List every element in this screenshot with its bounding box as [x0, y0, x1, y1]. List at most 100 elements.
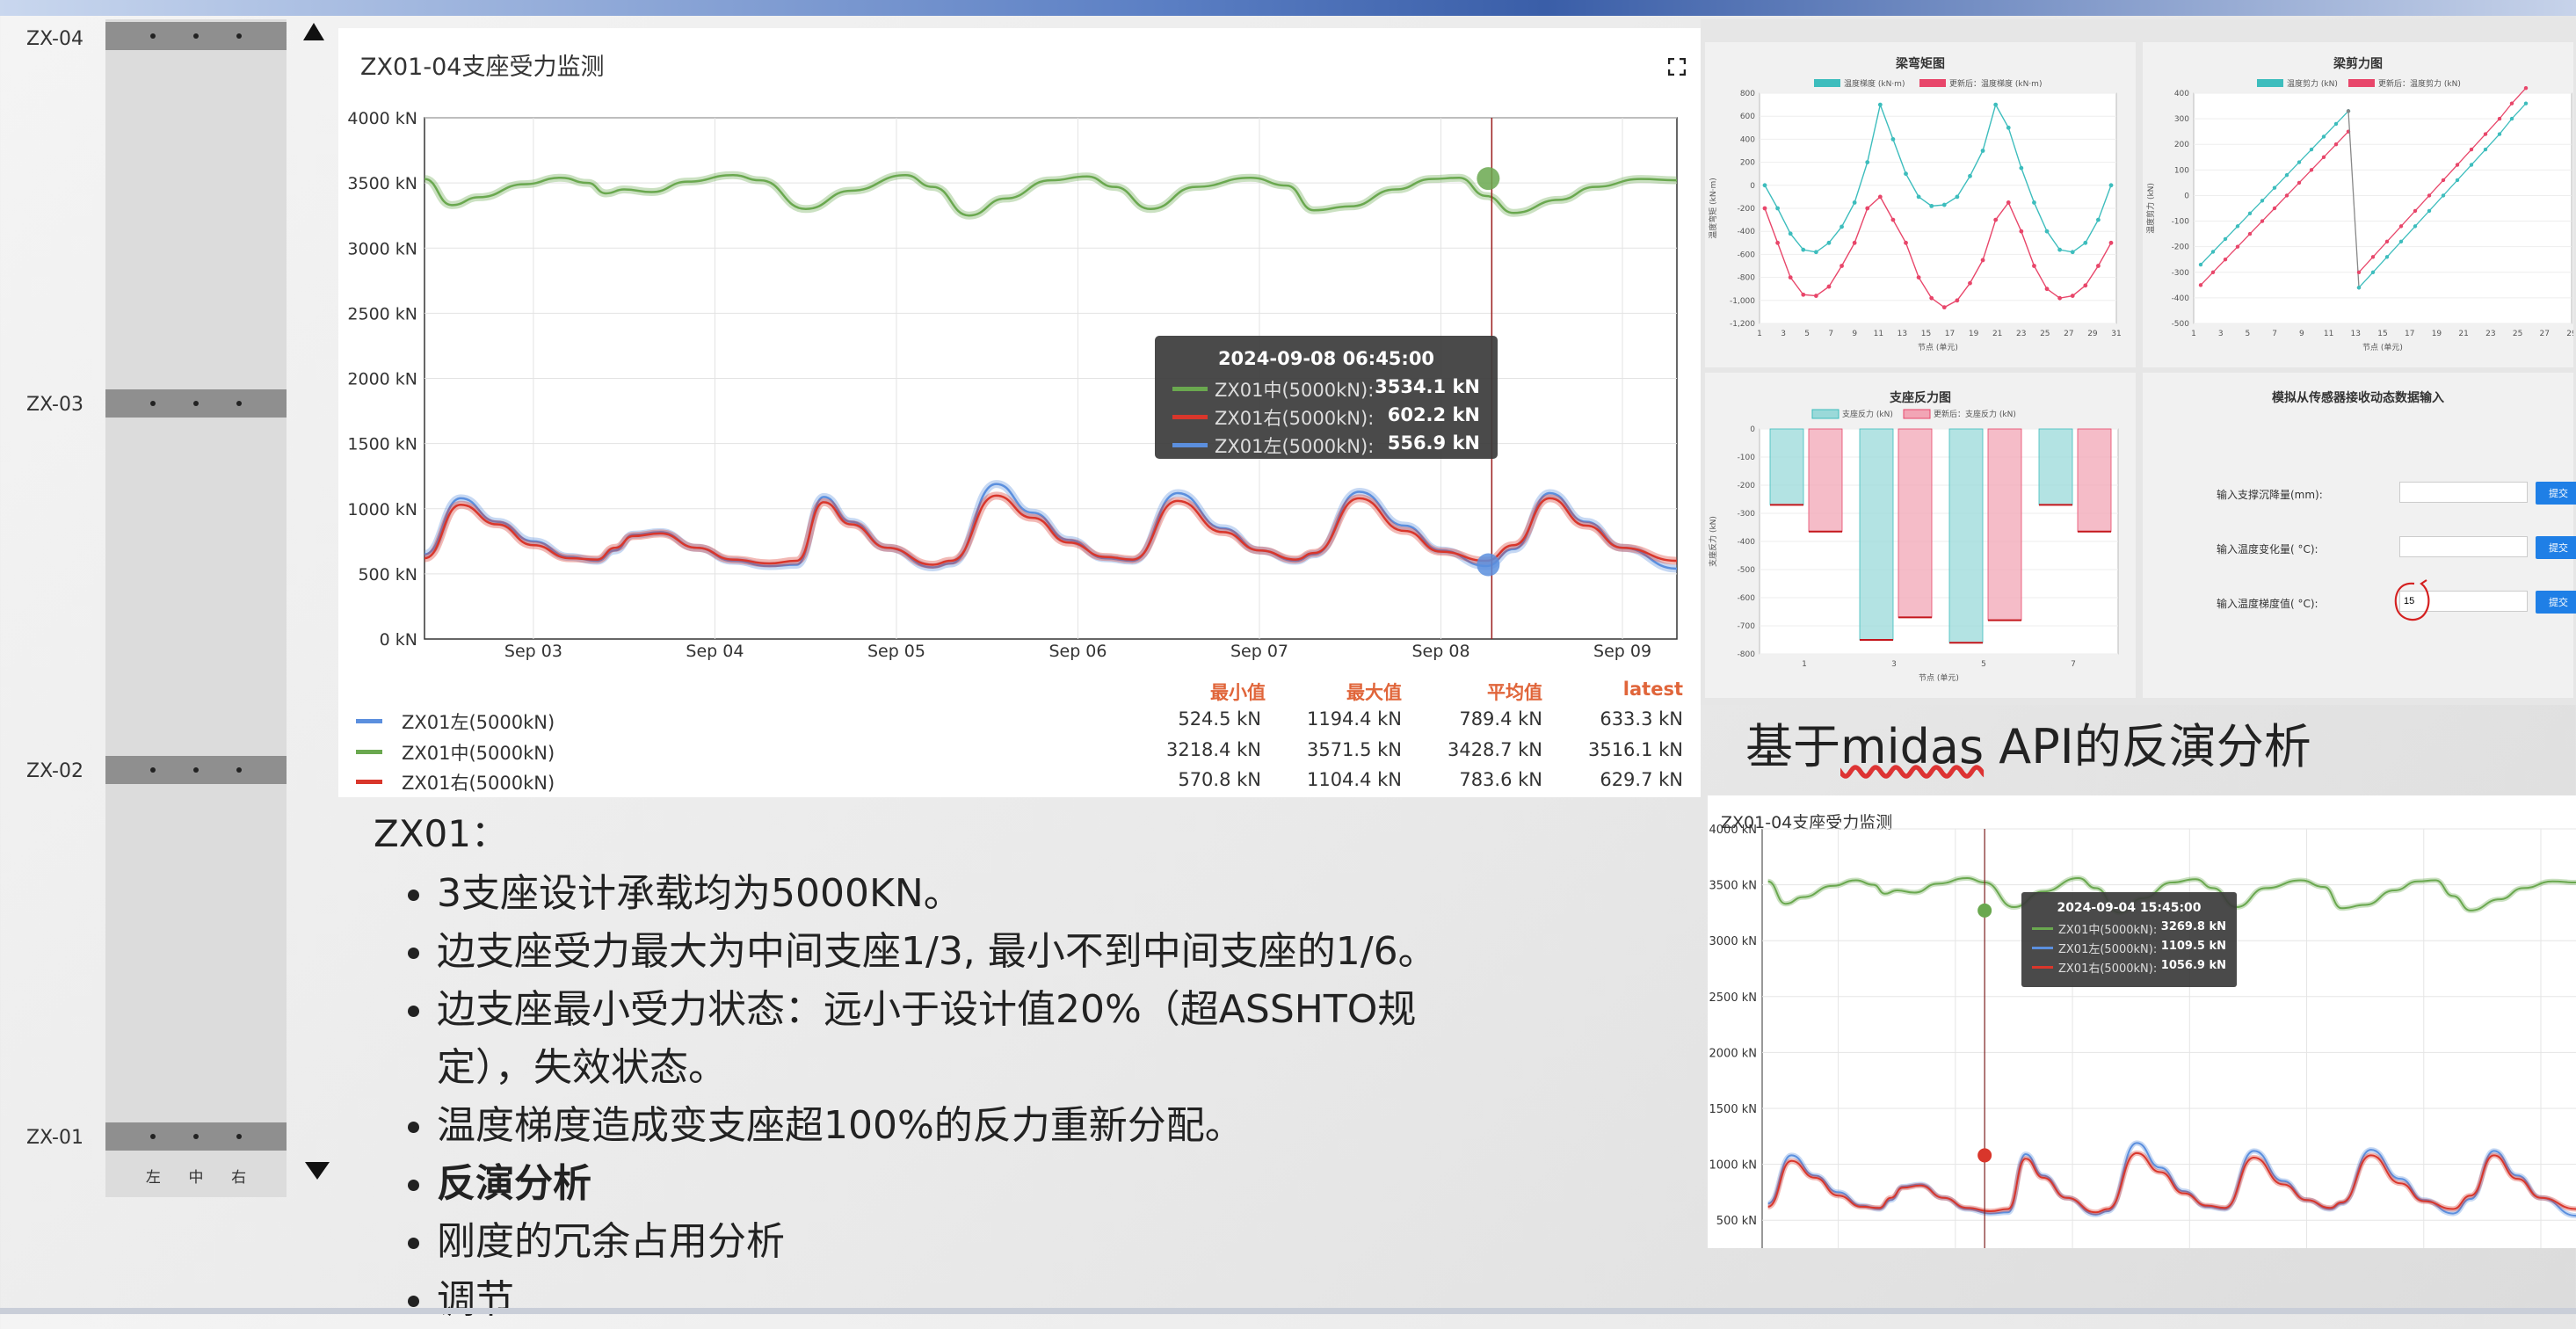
moment-point — [1929, 295, 1934, 301]
floor-bar-zx04[interactable] — [105, 22, 287, 50]
bullet-item: 温度梯度造成变支座超100%的反力重新分配。 — [437, 1097, 1692, 1155]
x-tick-label: 23 — [2016, 330, 2026, 338]
shear-line-chart[interactable]: 温度剪力 (kN) 更新后：温度剪力 (kN) 400 300 200 100 0 -100 -… — [2143, 42, 2573, 367]
legend-avg: 3428.7 kN — [1447, 739, 1542, 760]
y-tick-label: 2500 kN — [347, 304, 417, 323]
y-tick-label: 2500 kN — [1709, 991, 1757, 1005]
settlement-label: 输入支撑沉降量(mm): — [2217, 489, 2323, 501]
settlement-submit-button[interactable]: 提交 — [2536, 482, 2576, 505]
shear-point — [2210, 250, 2216, 254]
y-tick-label: -100 — [2172, 218, 2190, 227]
shear-point — [2297, 180, 2302, 185]
y-tick-label: 3500 kN — [347, 174, 417, 193]
y-tick-label: -700 — [1738, 622, 1756, 631]
settlement-input[interactable] — [2399, 482, 2528, 503]
position-middle: 中 — [188, 1169, 204, 1187]
x-tick-label: Sep 05 — [867, 642, 925, 661]
moment-point — [1852, 240, 1857, 245]
reaction-bar-chart[interactable]: 支座反力 (kN) 更新后：支座反力 (kN) 0 -100 -200 -300 -400 -… — [1705, 373, 2136, 698]
legend-swatch — [2257, 79, 2283, 87]
sensor-dot — [236, 33, 242, 39]
y-tick-label: 300 — [2174, 115, 2189, 124]
x-tick-label: 19 — [2432, 330, 2442, 338]
x-tick-label: Sep 03 — [504, 642, 562, 661]
floor-bar-zx02[interactable] — [105, 756, 287, 784]
legend-swatch — [1919, 79, 1946, 87]
shear-point — [2260, 219, 2265, 223]
hover-marker-middle — [1477, 167, 1500, 191]
triangle-down-icon[interactable] — [304, 1160, 330, 1181]
hover-marker-left — [1477, 553, 1500, 577]
legend-swatch — [2348, 79, 2375, 87]
x-tick-label: 1 — [1757, 330, 1762, 338]
moment-line-chart[interactable]: 温度梯度 (kN·m) 更新后：温度梯度 (kN·m) 800 600 400 200 0 -… — [1705, 42, 2136, 367]
moment-point — [1826, 284, 1832, 289]
legend-min: 524.5 kN — [1178, 708, 1261, 730]
y-tick-label: 600 — [1740, 113, 1755, 121]
x-tick-label: Sep 08 — [1412, 642, 1470, 661]
api-caption: 基于midas API的反演分析 — [1745, 708, 2311, 777]
floor-bar-zx01[interactable] — [105, 1122, 287, 1151]
tooltip-row: ZX01中(5000kN): 3269.8 kN — [2032, 920, 2226, 940]
legend-min: 3218.4 kN — [1165, 739, 1261, 760]
moment-point — [2044, 287, 2050, 292]
moment-point — [1762, 206, 1767, 211]
bullet-item: 边支座受力最大为中间支座1/3, 最小不到中间支座的1/6。 — [437, 923, 1692, 981]
shear-point — [2427, 208, 2432, 214]
x-tick-label: 21 — [1992, 330, 2002, 338]
moment-point — [1929, 203, 1934, 208]
small-line-chart[interactable]: 4000 kN 3500 kN 3000 kN 2500 kN 2000 kN 1500 … — [1708, 795, 2576, 1248]
shear-point — [2235, 224, 2240, 229]
moment-point — [2019, 165, 2024, 171]
y-tick-label: -400 — [1738, 538, 1756, 547]
floor-bar-zx03[interactable] — [105, 389, 287, 418]
shear-point — [2455, 178, 2460, 183]
x-tick-label: 7 — [2071, 660, 2076, 669]
shear-point — [2321, 134, 2326, 139]
sensor-dot — [150, 33, 156, 39]
moment-point — [2070, 250, 2075, 255]
shear-point — [2223, 258, 2228, 262]
temperature-change-input[interactable] — [2399, 536, 2528, 557]
legend-row-left[interactable]: ZX01左(5000kN) 524.5 kN 1194.4 kN 789.4 k… — [356, 708, 1687, 735]
reaction-bar — [1769, 428, 1804, 505]
moment-point — [1916, 194, 1921, 200]
tooltip-value: 3269.8 kN — [2160, 920, 2226, 933]
shear-point — [2297, 160, 2302, 164]
y-tick-label: -1,000 — [1730, 297, 1755, 306]
legend-label: 温度梯度 (kN·m) — [1844, 78, 1905, 89]
temperature-gradient-label: 输入温度梯度值( °C): — [2217, 598, 2318, 610]
moment-point — [2057, 247, 2063, 252]
settlement-input-row: 输入支撑沉降量(mm): 提交 — [2217, 482, 2576, 506]
temperature-submit-button[interactable]: 提交 — [2536, 536, 2576, 559]
legend-row-right[interactable]: ZX01右(5000kN) 570.8 kN 1104.4 kN 783.6 k… — [356, 769, 1687, 795]
triangle-up-icon[interactable] — [302, 21, 325, 42]
bullet-item: 3支座设计承载均为5000KN。 — [437, 865, 1692, 923]
shear-point — [2398, 224, 2404, 229]
x-tick-label: 17 — [2405, 330, 2414, 338]
sensor-dot — [192, 401, 199, 406]
x-tick-label: 9 — [2299, 330, 2304, 338]
legend-latest: 633.3 kN — [1600, 708, 1683, 730]
shear-point — [2509, 101, 2514, 105]
moment-point — [1877, 194, 1883, 200]
shear-point — [2441, 193, 2446, 198]
sensor-dot — [236, 401, 242, 406]
y-tick-label: 500 kN — [1716, 1215, 1757, 1228]
moment-point — [2032, 264, 2036, 268]
tooltip-value: 3534.1 kN — [1375, 376, 1480, 397]
gradient-submit-button[interactable]: 提交 — [2536, 591, 2576, 614]
x-tick-label: 13 — [2351, 330, 2361, 338]
shear-point — [2483, 132, 2488, 136]
legend-label: 更新后：温度剪力 (kN) — [2378, 78, 2461, 89]
x-tick-label: Sep 07 — [1230, 642, 1288, 661]
legend-row-middle[interactable]: ZX01中(5000kN) 3218.4 kN 3571.5 kN 3428.7… — [356, 739, 1687, 766]
bullet-item: 反演分析 — [437, 1155, 1692, 1213]
shear-point — [2483, 147, 2488, 152]
y-tick-label: -100 — [1738, 454, 1756, 462]
shear-point — [2469, 147, 2474, 152]
plot-frame — [2193, 92, 2572, 324]
moment-point — [1762, 183, 1767, 188]
reaction-bar — [1808, 428, 1843, 533]
tooltip-swatch — [2032, 927, 2053, 930]
